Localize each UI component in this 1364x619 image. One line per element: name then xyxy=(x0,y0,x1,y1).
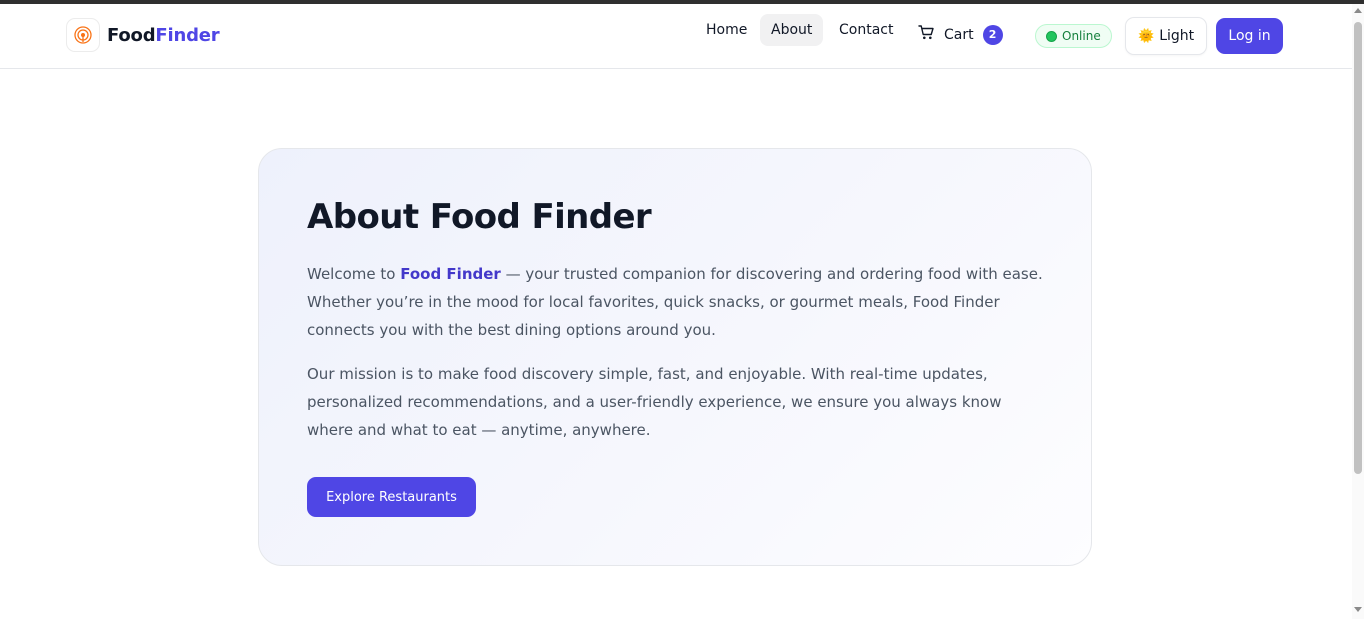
cart-count-badge: 2 xyxy=(982,24,1003,45)
explore-restaurants-button[interactable]: Explore Restaurants xyxy=(307,477,476,517)
cart-label: Cart xyxy=(944,26,974,43)
brand[interactable]: FoodFinder xyxy=(66,18,220,52)
scroll-up-icon[interactable] xyxy=(1354,8,1362,13)
status-badge: Online xyxy=(1035,24,1112,48)
about-card: About Food Finder Welcome to Food Finder… xyxy=(258,148,1092,566)
theme-label: Light xyxy=(1159,28,1195,44)
nav-link-about[interactable]: About xyxy=(760,14,824,46)
sun-icon: 🌞 xyxy=(1138,28,1155,44)
scrollbar-thumb[interactable] xyxy=(1354,22,1362,474)
brand-name-part2: Finder xyxy=(155,24,220,46)
about-paragraph-2: Our mission is to make food discovery si… xyxy=(307,365,1002,439)
nav-link-home[interactable]: Home xyxy=(695,14,758,46)
p1-highlight: Food Finder xyxy=(400,265,501,283)
login-button[interactable]: Log in xyxy=(1216,18,1283,54)
nav-link-contact[interactable]: Contact xyxy=(828,14,904,46)
cart-button[interactable]: Cart 2 xyxy=(918,24,1003,45)
p1-prefix: Welcome to xyxy=(307,265,401,283)
scroll-down-icon[interactable] xyxy=(1354,607,1362,612)
about-paragraph-1: Welcome to Food Finder — your trusted co… xyxy=(307,260,1047,344)
navbar: FoodFinder Home About Contact Cart 2 Onl… xyxy=(0,4,1352,69)
brand-name-part1: Food xyxy=(107,24,156,46)
page-title: About Food Finder xyxy=(307,197,652,237)
scrollbar[interactable] xyxy=(1352,4,1364,619)
status-label: Online xyxy=(1062,29,1101,43)
brand-name: FoodFinder xyxy=(107,24,220,46)
cart-icon xyxy=(918,24,935,45)
target-icon xyxy=(66,18,100,52)
green-dot-icon xyxy=(1046,30,1057,42)
theme-toggle-button[interactable]: 🌞 Light xyxy=(1125,17,1208,55)
